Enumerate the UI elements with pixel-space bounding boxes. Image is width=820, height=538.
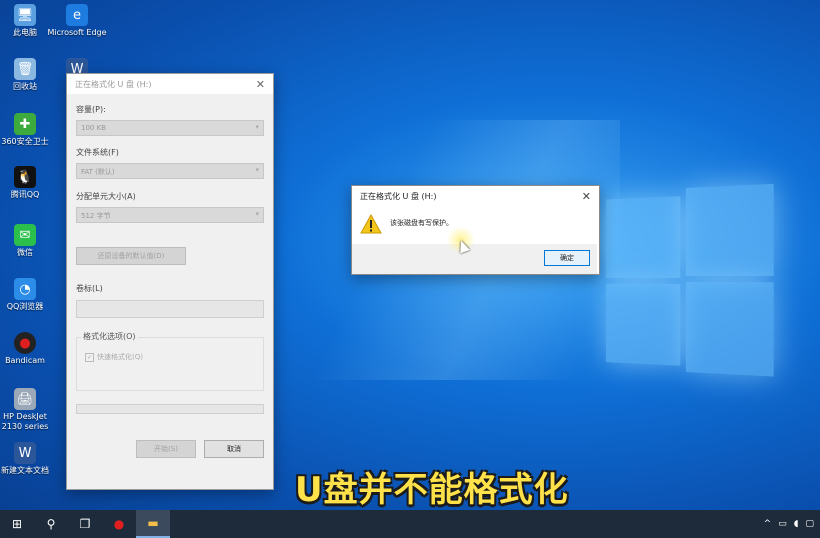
volume-icon[interactable]: ◖ bbox=[794, 519, 799, 529]
taskbar-file-explorer[interactable]: ▬ bbox=[136, 510, 170, 538]
volume-label-label: 卷标(L) bbox=[76, 284, 103, 293]
ok-button[interactable]: 确定 bbox=[544, 250, 590, 266]
record-icon: ● bbox=[113, 517, 125, 531]
filesystem-select[interactable]: FAT (默认) ▾ bbox=[76, 163, 264, 179]
system-tray: ^ ▭ ◖ ▢ bbox=[764, 510, 814, 538]
format-dialog: 正在格式化 U 盘 (H:) ✕ 容量(P): 100 KB ▾ 文件系统(F) … bbox=[66, 73, 274, 490]
checkbox-check-icon: ✓ bbox=[85, 352, 94, 362]
folder-icon: ▬ bbox=[147, 516, 159, 530]
desktop-icon-edge[interactable]: e Microsoft Edge bbox=[46, 4, 108, 38]
capacity-select[interactable]: 100 KB ▾ bbox=[76, 120, 264, 136]
video-caption: U盘并不能格式化 bbox=[295, 470, 569, 510]
search-icon: ⚲ bbox=[46, 517, 56, 531]
warning-dialog-titlebar[interactable]: 正在格式化 U 盘 (H:) ✕ bbox=[352, 186, 599, 206]
filesystem-label: 文件系统(F) bbox=[76, 148, 119, 157]
tray-chevron-icon[interactable]: ^ bbox=[764, 519, 772, 529]
recycle-bin-icon: 🗑 bbox=[14, 58, 36, 80]
taskbar: ⊞ ⚲ ❐ ● ▬ ^ ▭ ◖ ▢ bbox=[0, 510, 820, 538]
close-icon[interactable]: ✕ bbox=[582, 190, 591, 203]
search-button[interactable]: ⚲ bbox=[34, 510, 68, 538]
windows-start-icon: ⊞ bbox=[11, 517, 23, 531]
format-dialog-title: 正在格式化 U 盘 (H:) bbox=[75, 79, 152, 89]
quick-format-checkbox[interactable]: ✓ 快速格式化(Q) bbox=[85, 352, 143, 362]
restore-defaults-button[interactable]: 还原设备的默认值(D) bbox=[76, 247, 186, 265]
edge-icon: e bbox=[66, 4, 88, 26]
desktop-icon-qq-browser[interactable]: ◔ QQ浏览器 bbox=[0, 278, 56, 312]
cancel-button[interactable]: 取消 bbox=[204, 440, 264, 458]
desktop-icon-hp-printer[interactable]: 🖨 HP DeskJet 2130 series bbox=[0, 388, 56, 432]
warning-icon bbox=[360, 214, 382, 234]
desktop-icon-360[interactable]: ✚ 360安全卫士 bbox=[0, 113, 56, 147]
notification-icon[interactable]: ▢ bbox=[805, 519, 814, 529]
capacity-label: 容量(P): bbox=[76, 105, 106, 114]
document-icon: W bbox=[14, 442, 36, 464]
desktop-icon-qq[interactable]: 🐧 腾讯QQ bbox=[0, 166, 56, 200]
format-progress-bar bbox=[76, 404, 264, 414]
qq-penguin-icon: 🐧 bbox=[14, 166, 36, 188]
format-options-group bbox=[76, 337, 264, 391]
windows-logo-wallpaper bbox=[605, 183, 774, 377]
chevron-down-icon: ▾ bbox=[255, 210, 259, 218]
desktop: 🖥 此电脑 e Microsoft Edge 🗑 回收站 W ✚ 360安全卫士… bbox=[0, 0, 820, 510]
format-dialog-titlebar[interactable]: 正在格式化 U 盘 (H:) ✕ bbox=[67, 74, 273, 94]
start-button[interactable]: 开始(S) bbox=[136, 440, 196, 458]
close-icon[interactable]: ✕ bbox=[256, 78, 265, 91]
volume-label-input[interactable] bbox=[76, 300, 264, 318]
task-view-icon: ❐ bbox=[79, 517, 91, 531]
alloc-unit-label: 分配单元大小(A) bbox=[76, 192, 136, 201]
write-protect-dialog: 正在格式化 U 盘 (H:) ✕ 该张磁盘有写保护。 确定 bbox=[351, 185, 600, 275]
printer-icon: 🖨 bbox=[14, 388, 36, 410]
start-button[interactable]: ⊞ bbox=[0, 510, 34, 538]
desktop-icon-bandicam[interactable]: ● Bandicam bbox=[0, 332, 56, 366]
taskbar-bandicam[interactable]: ● bbox=[102, 510, 136, 538]
task-view-button[interactable]: ❐ bbox=[68, 510, 102, 538]
chevron-down-icon: ▾ bbox=[255, 123, 259, 131]
desktop-icon-wechat[interactable]: ✉ 微信 bbox=[0, 224, 56, 258]
network-icon[interactable]: ▭ bbox=[778, 519, 787, 529]
alloc-unit-select[interactable]: 512 字节 ▾ bbox=[76, 207, 264, 223]
chevron-down-icon: ▾ bbox=[255, 166, 259, 174]
shield-icon: ✚ bbox=[14, 113, 36, 135]
desktop-icon-new-doc[interactable]: W 新建文本文档 bbox=[0, 442, 56, 476]
warning-dialog-title: 正在格式化 U 盘 (H:) bbox=[360, 191, 437, 201]
browser-icon: ◔ bbox=[14, 278, 36, 300]
wechat-icon: ✉ bbox=[14, 224, 36, 246]
warning-message: 该张磁盘有写保护。 bbox=[390, 219, 453, 227]
record-icon: ● bbox=[14, 332, 36, 354]
computer-icon: 🖥 bbox=[14, 4, 36, 26]
format-options-title: 格式化选项(O) bbox=[81, 331, 138, 342]
